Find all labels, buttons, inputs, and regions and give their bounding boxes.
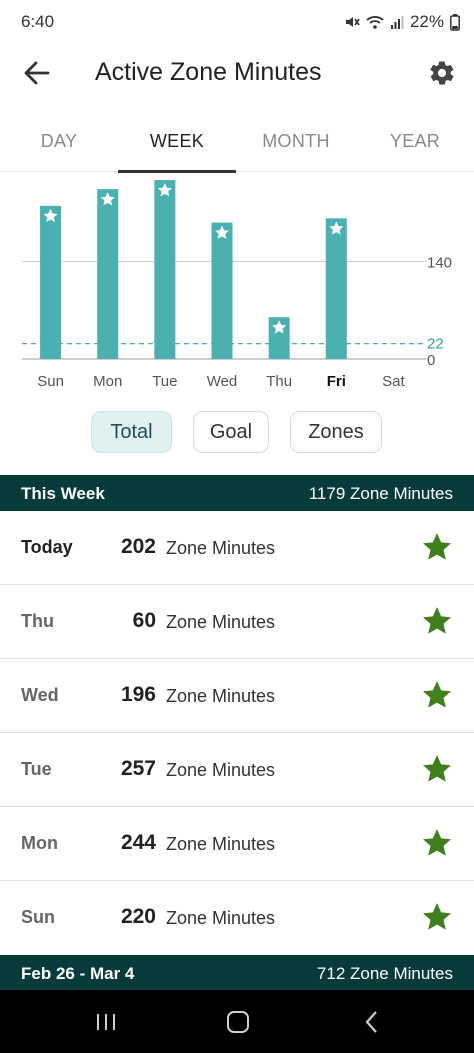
y-tick-label: 0 xyxy=(427,352,435,369)
day-unit: Zone Minutes xyxy=(166,686,276,706)
system-nav-bar xyxy=(0,990,474,1053)
tab-month[interactable]: MONTH xyxy=(237,110,355,172)
star-icon xyxy=(423,681,451,708)
chip-total[interactable]: Total xyxy=(91,411,172,453)
day-unit: Zone Minutes xyxy=(166,908,276,928)
wifi-icon xyxy=(366,16,384,29)
this-week-header[interactable]: This Week 1179 Zone Minutes xyxy=(0,475,474,511)
list-item[interactable]: Thu 60 Zone Minutes xyxy=(0,585,474,659)
back-icon xyxy=(365,1011,377,1033)
x-tick-label: Sun xyxy=(37,373,64,390)
back-button[interactable] xyxy=(20,58,54,88)
tab-day[interactable]: DAY xyxy=(0,110,118,172)
day-label: Thu xyxy=(21,611,54,631)
chart-bar xyxy=(40,205,62,359)
battery-icon xyxy=(450,13,460,31)
home-button[interactable] xyxy=(223,1008,253,1036)
day-unit: Zone Minutes xyxy=(166,538,276,558)
day-value: 244 xyxy=(120,831,156,854)
page-title: Active Zone Minutes xyxy=(95,58,322,86)
day-label: Sun xyxy=(21,907,55,927)
status-bar: 6:40 22% xyxy=(0,0,474,44)
settings-button[interactable] xyxy=(428,59,456,87)
status-time: 6:40 xyxy=(21,12,55,31)
day-label: Today xyxy=(21,537,73,557)
chart-bar xyxy=(325,218,347,359)
star-icon xyxy=(423,607,451,634)
chart-bar xyxy=(97,189,119,359)
list-item[interactable]: Wed 196 Zone Minutes xyxy=(0,659,474,733)
gear-icon xyxy=(430,61,454,85)
period-tabs: DAY WEEK MONTH YEAR xyxy=(0,110,474,173)
x-tick-label: Fri xyxy=(327,373,346,390)
weekly-bar-chart[interactable]: 0 140 22 Sun Mon Tue Wed Thu Fri Sat xyxy=(0,172,474,402)
x-tick-label: Sat xyxy=(382,373,405,390)
list-item[interactable]: Today 202 Zone Minutes xyxy=(0,511,474,585)
day-unit: Zone Minutes xyxy=(166,760,276,780)
x-tick-label: Tue xyxy=(152,373,177,390)
day-label: Tue xyxy=(21,759,52,779)
prev-week-label: Feb 26 - Mar 4 xyxy=(21,964,135,983)
day-value: 196 xyxy=(120,683,156,706)
system-back-button[interactable] xyxy=(357,1008,387,1036)
home-icon xyxy=(227,1011,249,1033)
star-icon xyxy=(423,533,451,560)
x-tick-label: Thu xyxy=(266,373,292,390)
tab-week[interactable]: WEEK xyxy=(118,110,236,173)
list-item[interactable]: Mon 244 Zone Minutes xyxy=(0,807,474,881)
status-icons: 22% xyxy=(344,12,460,32)
list-item[interactable]: Tue 257 Zone Minutes xyxy=(0,733,474,807)
x-tick-label: Wed xyxy=(207,373,238,390)
day-label: Mon xyxy=(21,833,58,853)
this-week-total: 1179 Zone Minutes xyxy=(308,484,453,503)
list-item[interactable]: Sun 220 Zone Minutes xyxy=(0,881,474,955)
x-tick-label: Mon xyxy=(93,373,122,390)
day-value: 220 xyxy=(120,905,156,928)
day-list: Today 202 Zone Minutes Thu 60 Zone Minut… xyxy=(0,511,474,955)
battery-percent: 22% xyxy=(409,12,444,31)
signal-icon xyxy=(390,16,404,29)
star-icon xyxy=(423,903,451,930)
tab-year[interactable]: YEAR xyxy=(356,110,474,172)
goal-label: 22 xyxy=(427,336,444,353)
day-value: 60 xyxy=(132,609,156,632)
arrow-back-icon xyxy=(24,61,50,85)
prev-week-total: 712 Zone Minutes xyxy=(316,964,453,983)
chart-mode-chips: Total Goal Zones xyxy=(0,411,474,455)
star-icon xyxy=(423,829,451,856)
chart-bar xyxy=(211,222,233,359)
app-bar: Active Zone Minutes xyxy=(0,44,474,104)
star-icon xyxy=(423,755,451,782)
prev-week-header[interactable]: Feb 26 - Mar 4 712 Zone Minutes xyxy=(0,955,474,991)
chip-goal[interactable]: Goal xyxy=(193,411,269,453)
recents-button[interactable] xyxy=(91,1008,121,1036)
day-unit: Zone Minutes xyxy=(166,834,276,854)
this-week-label: This Week xyxy=(21,484,105,503)
chip-zones[interactable]: Zones xyxy=(290,411,382,453)
day-unit: Zone Minutes xyxy=(166,612,276,632)
chart-bar xyxy=(154,180,176,359)
y-tick-label: 140 xyxy=(427,255,452,272)
mute-icon xyxy=(345,17,360,27)
day-value: 257 xyxy=(120,757,156,780)
day-value: 202 xyxy=(120,535,156,558)
recents-icon xyxy=(97,1014,115,1030)
day-label: Wed xyxy=(21,685,59,705)
